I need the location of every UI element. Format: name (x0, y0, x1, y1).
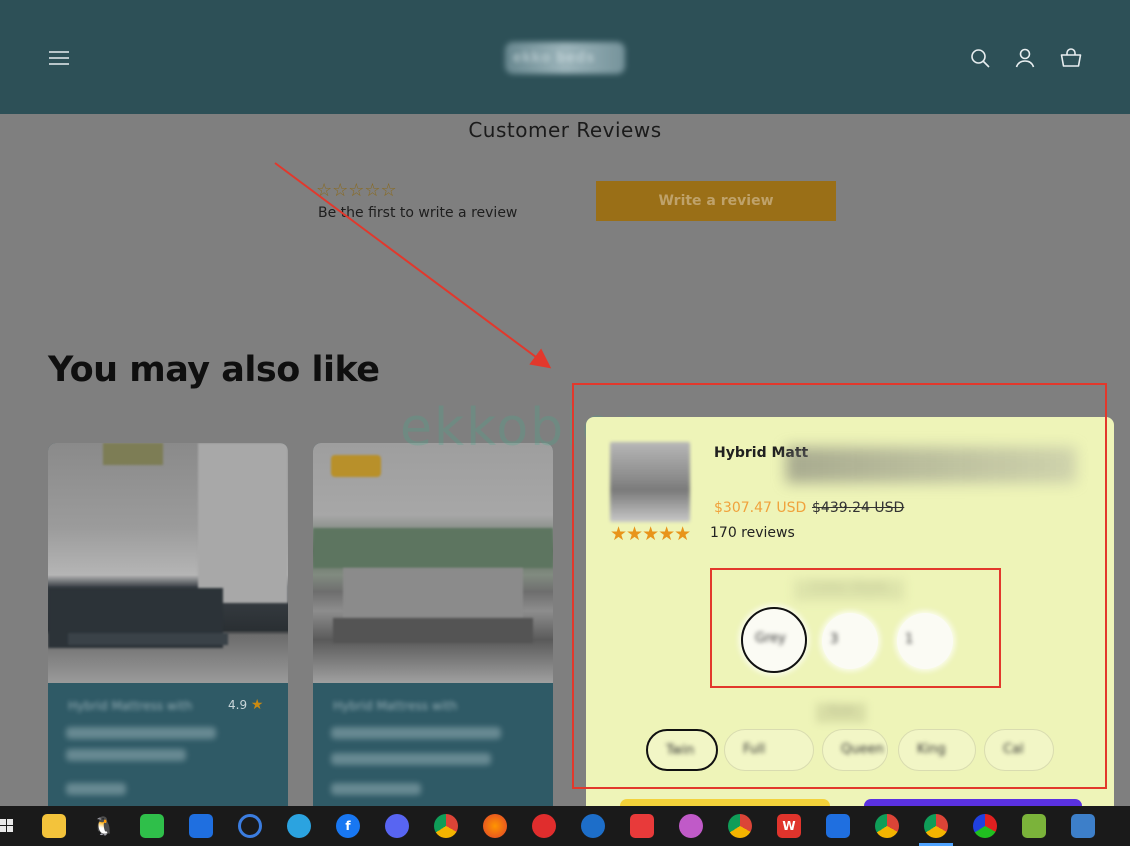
feishu-icon[interactable] (189, 814, 213, 838)
color-wheel-icon[interactable] (973, 814, 997, 838)
empty-rating-stars: ☆☆☆☆☆ (316, 180, 397, 201)
also-like-heading: You may also like (48, 350, 380, 390)
write-review-button[interactable]: Write a review (596, 181, 836, 221)
popup-review-count[interactable]: 170 reviews (710, 525, 795, 541)
quick-add-popup: Hybrid Matt $307.47 USD $439.24 USD ★★★★… (586, 417, 1114, 807)
hamburger-menu-icon[interactable] (47, 46, 71, 70)
facebook-icon[interactable]: f (336, 814, 360, 838)
product-rating: 4.9 ★ (228, 697, 263, 713)
chrome-l-icon[interactable] (875, 814, 899, 838)
page: ekko beds Customer Reviews ☆☆☆☆☆ Be the … (0, 0, 1130, 846)
file-explorer-icon[interactable] (42, 814, 66, 838)
site-logo[interactable]: ekko beds (505, 42, 625, 74)
product-card[interactable]: Hybrid Mattress with 4.9 ★ (48, 443, 288, 808)
search-icon[interactable] (968, 46, 992, 70)
cart-icon[interactable] (1059, 46, 1083, 70)
cat-app-icon[interactable] (679, 814, 703, 838)
color-option-label: Color Style (794, 579, 904, 601)
remote-desktop-icon[interactable] (1071, 814, 1095, 838)
chrome-icon[interactable] (434, 814, 458, 838)
size-option[interactable]: Full (724, 729, 814, 771)
color-swatch[interactable]: 3 (822, 613, 878, 669)
rating-value: 4.9 (228, 698, 248, 712)
netease-cloud-icon[interactable] (630, 814, 654, 838)
os-taskbar: 🐧 f W (0, 806, 1130, 846)
wechat-icon[interactable] (140, 814, 164, 838)
logo-text: ekko beds (513, 49, 596, 66)
windows-start-icon[interactable] (0, 814, 14, 838)
star-icon: ★ (250, 697, 264, 713)
user-icon[interactable] (1013, 46, 1037, 70)
site-header: ekko beds (0, 0, 1130, 114)
size-option[interactable]: Queen (822, 729, 888, 771)
chrome-c-icon[interactable] (728, 814, 752, 838)
discord-icon[interactable] (385, 814, 409, 838)
size-option[interactable]: Cal (984, 729, 1054, 771)
wps-icon[interactable]: W (777, 814, 801, 838)
product-info: Hybrid Mattress with 4.9 ★ (48, 683, 288, 808)
product-title: Hybrid Mattress with (68, 699, 193, 713)
size-option-label: Size (816, 703, 866, 723)
product-title: Hybrid Mattress with (333, 699, 458, 713)
no-reviews-text: Be the first to write a review (318, 205, 518, 221)
firefox-icon[interactable] (483, 814, 507, 838)
product-image (313, 443, 553, 683)
popup-sale-price: $307.47 USD (714, 500, 807, 516)
popup-product-thumbnail (610, 442, 690, 522)
edge-icon[interactable] (581, 814, 605, 838)
netease-music-icon[interactable] (532, 814, 556, 838)
size-option[interactable]: King (898, 729, 976, 771)
telegram-icon[interactable] (287, 814, 311, 838)
size-option[interactable]: Twin (646, 729, 718, 771)
reviews-title: Customer Reviews (468, 118, 662, 142)
popup-rating-stars: ★★★★★ (610, 523, 691, 545)
color-swatch[interactable]: Grey (741, 607, 807, 673)
qq-icon[interactable]: 🐧 (92, 814, 116, 838)
search-app-icon[interactable] (238, 814, 262, 838)
product-image (48, 443, 288, 683)
product-card[interactable]: Hybrid Mattress with (313, 443, 553, 808)
notepad-icon[interactable] (1022, 814, 1046, 838)
lark-icon[interactable] (826, 814, 850, 838)
color-swatch[interactable]: 1 (897, 613, 953, 669)
popup-compare-price: $439.24 USD (812, 500, 905, 516)
product-info: Hybrid Mattress with (313, 683, 553, 808)
chrome-active-icon[interactable] (924, 814, 948, 838)
